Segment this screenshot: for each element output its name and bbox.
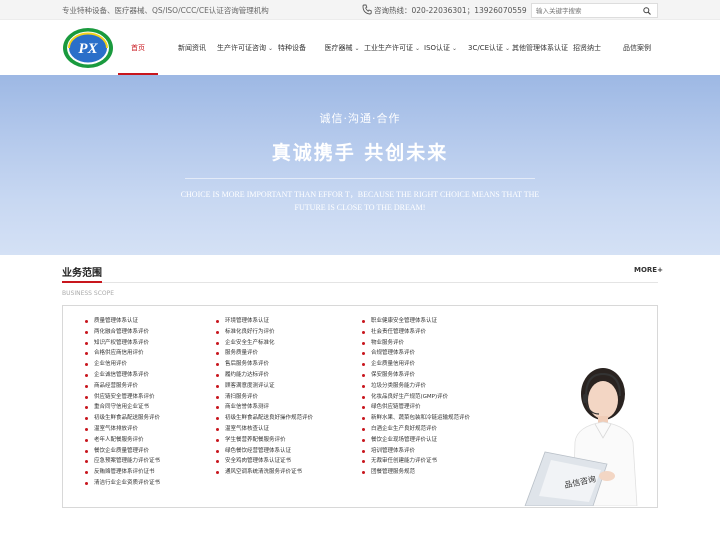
scope-list-item[interactable]: 企业质量信用评价 [362,359,470,370]
scope-list-box: 质量管理体系认证 两化融合管理体系评价 知识产权管理体系评价 合格供应商信用评价 企业信… [62,305,658,508]
nav-news[interactable]: 新闻资讯 [174,21,210,75]
nav-other-systems[interactable]: 其他管理体系认证 [512,21,568,75]
chevron-down-icon: ⌄ [268,45,274,52]
scope-list-item[interactable]: 职业健康安全管理体系认证 [362,316,470,327]
nav-3c-ce[interactable]: 3C/CE认证 ⌄ [468,21,510,75]
scope-list-item[interactable]: 商业信誉体系测评 [216,402,313,413]
scope-list-item[interactable]: 企业信用评价 [85,359,160,370]
scope-list-item[interactable]: 无裁审任创建能力评价证书 [362,456,470,467]
scope-list-item[interactable]: 履约能力达标评价 [216,370,313,381]
banner-divider [185,178,535,179]
scope-list-item[interactable]: 餐饮企业质量管理评价 [85,446,160,457]
scope-list-item[interactable]: 两化融合管理体系评价 [85,327,160,338]
banner-subtitle: 诚信·沟通·合作 [319,112,401,125]
nav-medical-devices-label: 医疗器械 [324,44,353,52]
scope-list-item[interactable]: 老年人配餐服务评价 [85,435,160,446]
scope-column-1: 质量管理体系认证 两化融合管理体系评价 知识产权管理体系评价 合格供应商信用评价 企业信… [85,316,160,489]
scope-list-item[interactable]: 标准化良好行为评价 [216,327,313,338]
scope-list-item[interactable]: 学生餐营养配餐服务评价 [216,435,313,446]
scope-list-item[interactable]: 知识产权管理体系评价 [85,338,160,349]
logo-text: PX [78,41,98,57]
chevron-down-icon: ⌄ [415,45,421,52]
scope-list-item[interactable]: 物业服务评价 [362,338,470,349]
hotline: 咨询热线：020-22036301；13926070559 [374,6,527,15]
scope-list-item[interactable]: 企业安全生产标准化 [216,338,313,349]
nav-3c-ce-label: 3C/CE认证 [468,44,504,52]
scope-column-2: 环境管理体系认证 标准化良好行为评价 企业安全生产标准化 服务质量评价 售后服务体系评价… [216,316,313,478]
chevron-down-icon: ⌄ [354,45,360,52]
nav-medical-devices[interactable]: 医疗器械 ⌄ [324,21,360,75]
section-accent-bar [62,281,102,283]
scope-list-item[interactable]: 白酒企业生产良好规范评价 [362,424,470,435]
scope-list-item[interactable]: 化妆品良好生产规范(GMP)评价 [362,392,470,403]
nav-industrial-license-label: 工业生产许可证 [364,44,413,52]
scope-list-item[interactable]: 培训管理体系评价 [362,446,470,457]
scope-list-item[interactable]: 服务质量评价 [216,348,313,359]
section-subtitle: BUSINESS SCOPE [62,290,115,297]
banner-english-tagline: CHOICE IS MORE IMPORTANT THAN EFFOR T，BE… [180,190,540,212]
scope-list-item[interactable]: 新鲜水果、蔬菜包装和冷链运输规范评价 [362,413,470,424]
scope-list-item[interactable]: 应急预案管理能力评价证书 [85,456,160,467]
header: PX 首页 新闻资讯 生产许可证咨询 ⌄ 特种设备 医疗器械 ⌄ 工业生产许可证 ⌄ … [0,21,720,75]
nav-iso[interactable]: ISO认证 ⌄ [424,21,457,75]
nav-cases[interactable]: 品信案例 [623,21,651,75]
nav-careers[interactable]: 招贤纳士 [573,21,601,75]
scope-list-item[interactable]: 初级生鲜食品配送服务评价 [85,413,160,424]
scope-list-item[interactable]: 垃圾分类服务能力评价 [362,381,470,392]
nav-special-equipment-label: 特种设备 [278,44,306,52]
more-link[interactable]: MORE+ [634,266,663,274]
scope-list-item[interactable]: 供应链安全管理体系评价 [85,392,160,403]
scope-list-item[interactable]: 温室气体核查认证 [216,424,313,435]
scope-list-item[interactable]: 绿色供应链管理评价 [362,402,470,413]
scope-list-item[interactable]: 保安服务体系评价 [362,370,470,381]
scope-list-item[interactable]: 顾客满意度测评认证 [216,381,313,392]
page-bottom [0,515,720,540]
scope-list-item[interactable]: 安全鸡肉管理体系认证证书 [216,456,313,467]
nav-cases-label: 品信案例 [623,44,651,52]
nav-special-equipment[interactable]: 特种设备 [278,21,306,75]
scope-list-item[interactable]: 合格供应商信用评价 [85,348,160,359]
scope-column-3: 职业健康安全管理体系认证 社会责任管理体系评价 物业服务评价 合规管理体系评价 企业质量… [362,316,470,478]
nav-production-license-label: 生产许可证咨询 [217,44,266,52]
search-input[interactable] [536,5,636,16]
nav-careers-label: 招贤纳士 [573,44,601,52]
scope-list-item[interactable]: 商品经营服务评价 [85,381,160,392]
nav-news-label: 新闻资讯 [178,44,206,52]
banner-title: 真诚携手 共创未来 [271,142,449,164]
search-icon[interactable] [643,7,651,15]
scope-list-item[interactable]: 清扫服务评价 [216,392,313,403]
scope-list-item[interactable]: 社会责任管理体系评价 [362,327,470,338]
scope-list-item[interactable]: 环境管理体系认证 [216,316,313,327]
phone-icon [362,4,372,15]
nav-other-systems-label: 其他管理体系认证 [512,44,568,52]
top-bar: 专业特种设备、医疗器械、QS/ISO/CCC/CE认证咨询管理机构 咨询热线：0… [0,0,720,20]
scope-list-item[interactable]: 售后服务体系评价 [216,359,313,370]
scope-list-item[interactable]: 通风空调系统清洗服务评价证书 [216,467,313,478]
scope-list-item[interactable]: 绿色餐饮经营管理体系认证 [216,446,313,457]
section-title: 业务范围 [62,268,102,279]
company-logo[interactable]: PX [62,27,114,69]
site-slogan: 专业特种设备、医疗器械、QS/ISO/CCC/CE认证咨询管理机构 [62,6,269,15]
scope-list-item[interactable]: 清洁行业企业资质评价证书 [85,478,160,489]
nav-iso-label: ISO认证 [424,44,451,52]
customer-service-illustration: 品信咨询 [524,368,638,506]
nav-home-label: 首页 [131,44,145,52]
scope-list-item[interactable]: 质量管理体系认证 [85,316,160,327]
scope-list-item[interactable]: 温室气体排放评价 [85,424,160,435]
chevron-down-icon: ⌄ [505,45,511,52]
chevron-down-icon: ⌄ [452,45,458,52]
scope-list-item[interactable]: 合规管理体系评价 [362,348,470,359]
nav-home[interactable]: 首页 [118,21,158,75]
scope-list-item[interactable]: 重合同守信用企业证书 [85,402,160,413]
nav-production-license[interactable]: 生产许可证咨询 ⌄ [217,21,273,75]
hero-banner: 诚信·沟通·合作 真诚携手 共创未来 CHOICE IS MORE IMPORT… [0,75,720,255]
scope-list-item[interactable]: 团餐管理服务规范 [362,467,470,478]
scope-list-item[interactable]: 餐饮企业现场管理评价认证 [362,435,470,446]
scope-list-item[interactable]: 初级生鲜食品配送良好操作规范评价 [216,413,313,424]
section-divider [62,282,658,283]
nav-industrial-license[interactable]: 工业生产许可证 ⌄ [364,21,420,75]
search-box[interactable] [531,3,658,18]
scope-list-item[interactable]: 企业诚信管理体系评价 [85,370,160,381]
scope-list-item[interactable]: 反贿赂管理体系评价证书 [85,467,160,478]
